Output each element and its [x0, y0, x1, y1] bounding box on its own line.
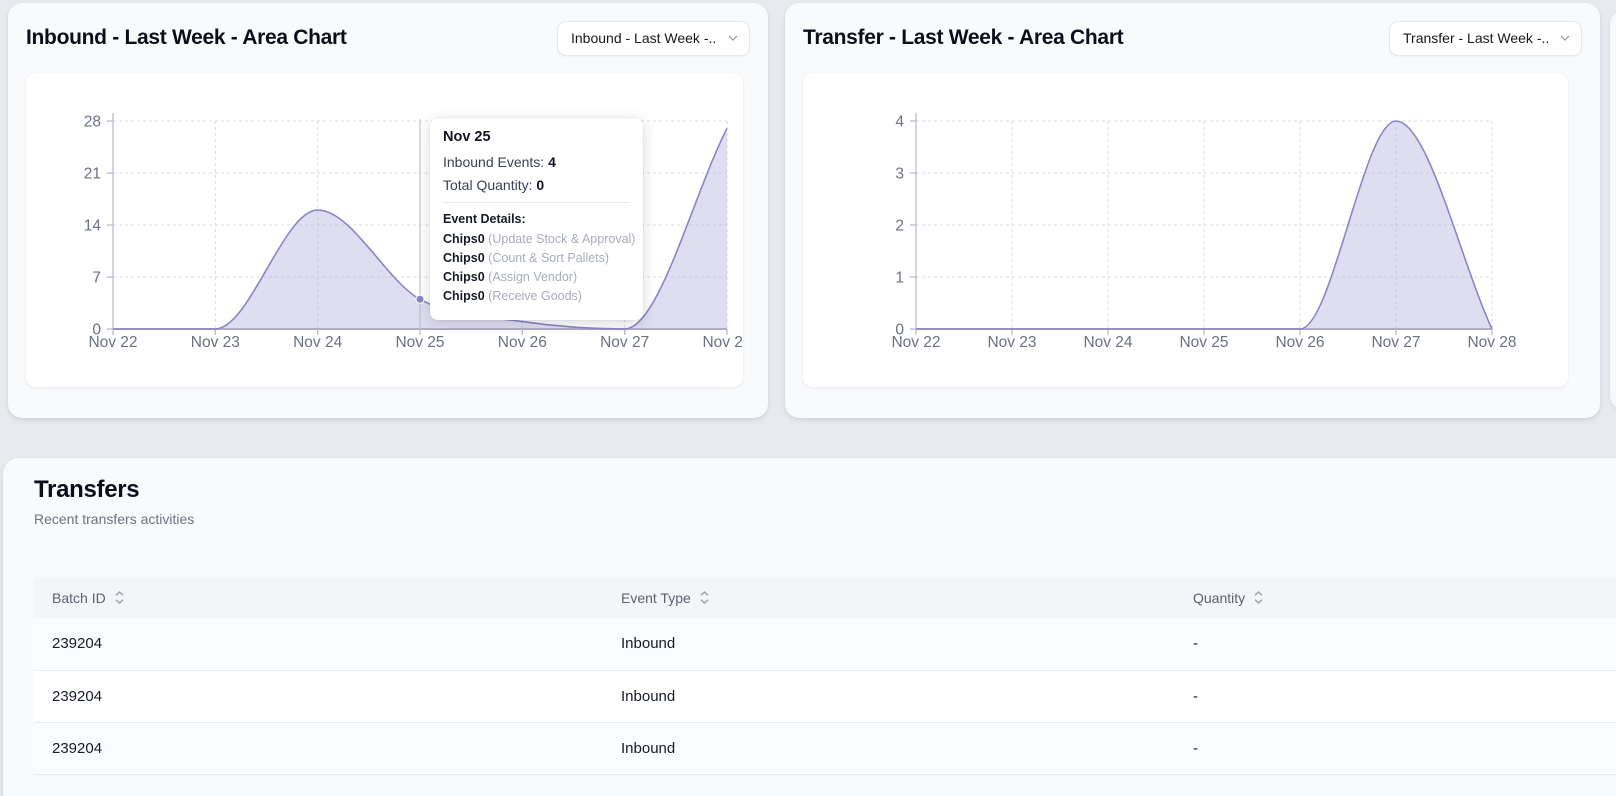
svg-text:Nov 26: Nov 26	[498, 334, 547, 351]
svg-text:14: 14	[84, 218, 102, 235]
transfer-chart-title: Transfer - Last Week - Area Chart	[803, 26, 1124, 49]
tooltip-divider	[443, 202, 630, 203]
column-header-event-type[interactable]: Event Type	[603, 577, 1175, 618]
chevron-down-icon	[1560, 35, 1570, 41]
tooltip-date: Nov 25	[443, 129, 491, 145]
cell-quantity: -	[1175, 670, 1616, 723]
cell-quantity: -	[1175, 722, 1616, 775]
svg-text:Nov 22: Nov 22	[891, 334, 940, 351]
cell-quantity: -	[1175, 618, 1616, 671]
cell-batch-id: 239204	[34, 618, 603, 671]
cell-event-type: Inbound	[603, 618, 1175, 671]
svg-text:Nov 24: Nov 24	[1083, 334, 1132, 351]
inbound-chart-tooltip: Nov 25 Inbound Events: 4 Total Quantity:…	[430, 118, 643, 320]
table-row[interactable]: 239204 Inbound -	[34, 722, 1616, 775]
svg-text:Nov 22: Nov 22	[88, 334, 137, 351]
chevron-down-icon	[728, 35, 738, 41]
sort-arrows-icon[interactable]	[700, 591, 709, 604]
column-header-quantity[interactable]: Quantity	[1175, 577, 1616, 618]
cell-event-type: Inbound	[603, 722, 1175, 775]
cell-batch-id: 239204	[34, 670, 603, 723]
svg-text:Nov 23: Nov 23	[191, 334, 240, 351]
svg-text:21: 21	[84, 166, 101, 183]
transfer-chart-panel[interactable]: 0 1 2 3 4 Nov 22 Nov 23 Nov 24 Nov 25 Nov 26 Nov 2…	[803, 73, 1568, 387]
svg-text:Nov 28: Nov 28	[1467, 334, 1516, 351]
offscreen-card-edge	[1610, 10, 1616, 410]
svg-text:2: 2	[895, 218, 904, 235]
svg-text:7: 7	[92, 270, 101, 287]
svg-text:Nov 25: Nov 25	[395, 334, 444, 351]
column-header-batch-id[interactable]: Batch ID	[34, 577, 603, 618]
svg-text:Nov 23: Nov 23	[987, 334, 1036, 351]
inbound-chart-card: Inbound - Last Week - Area Chart Inbound…	[8, 3, 768, 418]
tooltip-detail-row: Chips0 (Count & Sort Pallets)	[443, 251, 610, 265]
transfer-range-select[interactable]: Transfer - Last Week -..	[1389, 20, 1582, 56]
inbound-chart-title: Inbound - Last Week - Area Chart	[26, 26, 347, 49]
svg-text:3: 3	[895, 166, 904, 183]
inbound-chart-panel[interactable]: 0 7 14 21 28 Nov 22 Nov 23 Nov 24 Nov 25 Nov 26 No…	[26, 73, 743, 387]
transfer-range-select-label: Transfer - Last Week -..	[1403, 30, 1550, 46]
svg-text:Nov 27: Nov 27	[1371, 334, 1420, 351]
svg-text:28: 28	[84, 114, 101, 131]
svg-text:Nov 25: Nov 25	[1179, 334, 1228, 351]
transfers-title: Transfers	[34, 476, 140, 503]
table-row[interactable]: 239204 Inbound -	[34, 670, 1616, 723]
dashboard-page: Inbound - Last Week - Area Chart Inbound…	[0, 0, 1616, 796]
svg-text:Nov 27: Nov 27	[600, 334, 649, 351]
transfer-area-chart: 01234Nov 22 Nov 23 Nov 24 Nov 25 Nov 26 Nov 2…	[891, 113, 1517, 351]
tooltip-detail-row: Chips0 (Receive Goods)	[443, 289, 582, 303]
inbound-chart-header: Inbound - Last Week - Area Chart Inbound…	[26, 19, 750, 57]
tooltip-events-row: Inbound Events: 4	[443, 154, 556, 170]
tooltip-detail-row: Chips0 (Update Stock & Approval)	[443, 232, 636, 246]
tooltip-detail-row: Chips0 (Assign Vendor)	[443, 270, 578, 284]
transfers-subtitle: Recent transfers activities	[34, 511, 195, 527]
transfers-card: Transfers Recent transfers activities Ba…	[3, 458, 1616, 796]
svg-text:4: 4	[895, 114, 904, 131]
table-row[interactable]: 239204 Inbound -	[34, 618, 1616, 671]
inbound-range-select[interactable]: Inbound - Last Week -..	[557, 20, 750, 56]
charts-row: Inbound - Last Week - Area Chart Inbound…	[8, 3, 1616, 418]
sort-arrows-icon[interactable]	[1254, 591, 1263, 604]
inbound-range-select-label: Inbound - Last Week -..	[571, 30, 717, 46]
transfers-table: Batch ID Event Type Quantity 239204 Inbo…	[34, 577, 1616, 775]
transfer-chart-header: Transfer - Last Week - Area Chart Transf…	[803, 19, 1582, 57]
sort-arrows-icon[interactable]	[115, 591, 124, 604]
transfer-chart-card: Transfer - Last Week - Area Chart Transf…	[785, 3, 1600, 418]
svg-text:Nov 24: Nov 24	[293, 334, 342, 351]
tooltip-quantity-row: Total Quantity: 0	[443, 177, 545, 193]
svg-text:Nov 28: Nov 28	[702, 334, 743, 351]
tooltip-details-title: Event Details:	[443, 212, 526, 226]
table-header-row: Batch ID Event Type Quantity	[34, 577, 1616, 618]
svg-text:1: 1	[895, 270, 904, 287]
svg-text:Nov 26: Nov 26	[1275, 334, 1324, 351]
cell-batch-id: 239204	[34, 722, 603, 775]
cell-event-type: Inbound	[603, 670, 1175, 723]
